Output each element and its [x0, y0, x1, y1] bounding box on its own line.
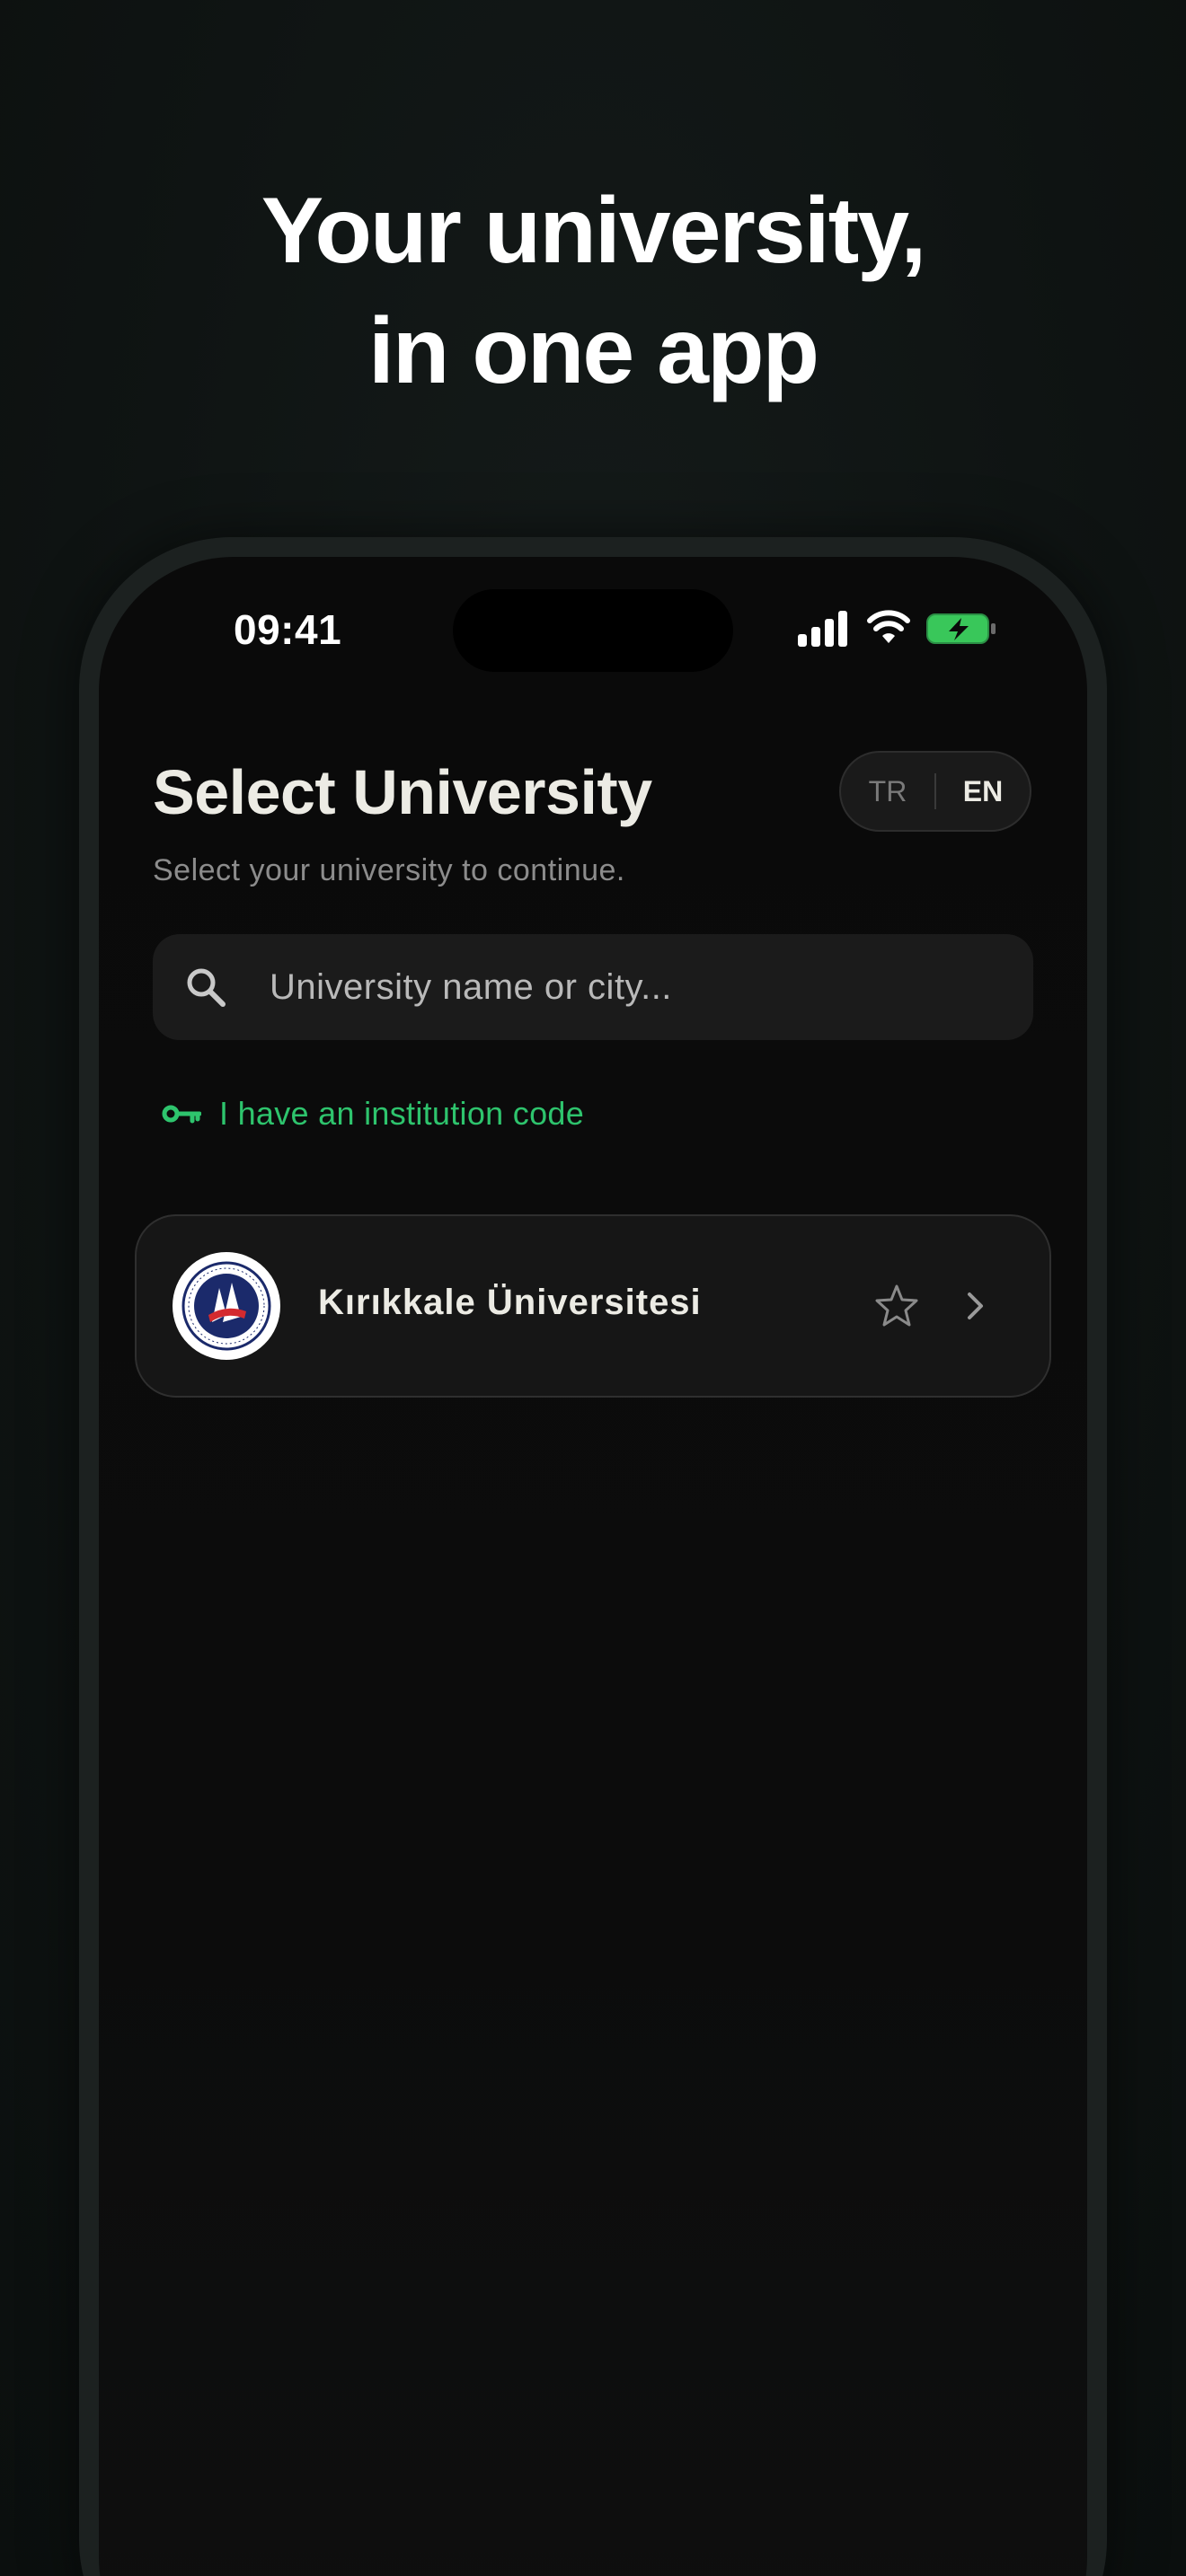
- hero-headline-line-2: in one app: [368, 299, 819, 403]
- wifi-icon: [867, 610, 910, 643]
- institution-code-link[interactable]: I have an institution code: [162, 1089, 584, 1139]
- search-box[interactable]: [153, 934, 1033, 1040]
- hero-headline-line-1: Your university,: [261, 179, 927, 283]
- chevron-right-icon: [968, 1292, 983, 1319]
- university-logo: [173, 1252, 280, 1360]
- status-time: 09:41: [234, 606, 342, 653]
- promo-stage: Your university, in one app 09:41 Select…: [0, 0, 1186, 2576]
- search-icon: [187, 968, 226, 1007]
- star-icon[interactable]: [873, 1283, 920, 1329]
- hero-headline: Your university, in one app: [0, 171, 1186, 411]
- language-option-en[interactable]: EN: [936, 775, 1030, 808]
- dynamic-island: [453, 589, 733, 672]
- institution-code-label: I have an institution code: [219, 1095, 585, 1132]
- language-option-tr[interactable]: TR: [841, 775, 934, 808]
- university-card[interactable]: Kırıkkale Üniversitesi: [135, 1214, 1051, 1398]
- language-toggle[interactable]: TR EN: [839, 751, 1031, 832]
- phone-frame: 09:41 Select University TR EN Select you…: [79, 537, 1107, 2576]
- university-name: Kırıkkale Üniversitesi: [318, 1283, 702, 1322]
- phone-screen: 09:41 Select University TR EN Select you…: [99, 557, 1087, 2576]
- battery-charging-icon: [926, 613, 996, 644]
- signal-icon: [798, 611, 847, 647]
- key-icon: [162, 1105, 201, 1124]
- page-title: Select University: [153, 757, 652, 827]
- search-input[interactable]: [270, 934, 1006, 1040]
- page-subtitle: Select your university to continue.: [153, 853, 625, 887]
